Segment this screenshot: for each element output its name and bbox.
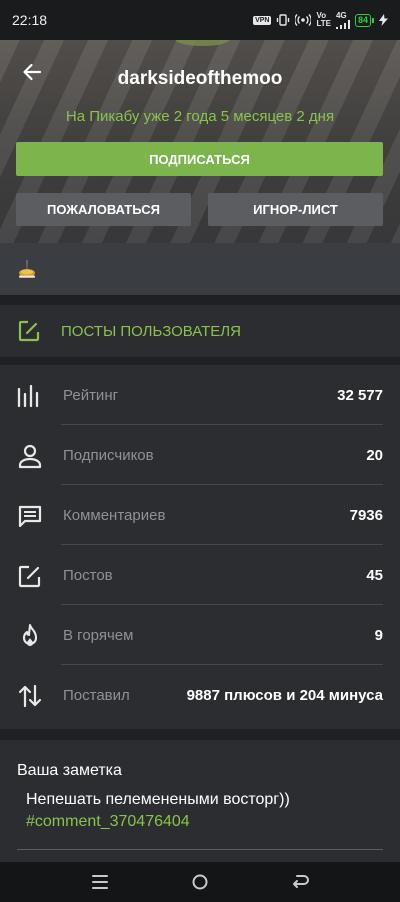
stat-value: 7936 <box>349 507 383 524</box>
menu-icon <box>92 875 108 889</box>
stats-list: Рейтинг 32 577 Подписчиков 20 Комментари… <box>0 365 400 729</box>
home-icon <box>192 874 208 890</box>
stat-label: Рейтинг <box>63 387 119 404</box>
stat-rating: Рейтинг 32 577 <box>0 365 400 425</box>
stat-value: 9 <box>374 627 383 644</box>
membership-duration: На Пикабу уже 2 года 5 месяцев 2 дня <box>65 108 335 125</box>
vpn-icon: VPN <box>253 15 272 25</box>
fire-icon <box>22 623 38 646</box>
subscribe-button[interactable]: ПОДПИСАТЬСЯ <box>16 142 383 176</box>
divider <box>0 295 400 305</box>
home-button[interactable] <box>188 870 212 894</box>
user-note: Ваша заметка Непешать пелеменеными восто… <box>0 740 400 862</box>
stat-label: Поставил <box>63 687 130 704</box>
comment-icon <box>18 505 42 528</box>
stat-label: В горячем <box>63 627 134 644</box>
vibrate-icon <box>277 14 290 26</box>
rating-bars-icon <box>17 384 39 408</box>
stat-hot: В горячем 9 <box>0 605 400 665</box>
status-icons: VPN Vo LTE 4G 84 <box>253 10 388 29</box>
edit-icon <box>18 320 40 342</box>
signal-4g-icon: 4G <box>335 10 350 29</box>
stat-comments: Комментариев 7936 <box>0 485 400 545</box>
cover-image <box>175 40 230 46</box>
award-badge-icon[interactable] <box>15 258 39 282</box>
stat-value: 20 <box>366 447 383 464</box>
person-icon <box>18 444 42 469</box>
note-link[interactable]: #comment_370476404 <box>26 813 190 831</box>
volte-icon: Vo LTE <box>316 12 331 28</box>
stat-value: 32 577 <box>337 387 383 404</box>
network-type: 4G <box>335 10 347 20</box>
edit-icon <box>18 565 41 588</box>
stat-value: 9887 плюсов и 204 минуса <box>186 687 383 704</box>
profile-header: darksideofthemoo На Пикабу уже 2 года 5 … <box>0 40 400 243</box>
note-input-underline <box>17 849 383 850</box>
stat-label: Постов <box>63 567 113 584</box>
ignore-list-button[interactable]: ИГНОР-ЛИСТ <box>208 193 383 226</box>
back-icon <box>293 875 309 888</box>
status-bar: 22:18 VPN Vo LTE 4G 84 <box>0 0 400 40</box>
note-text[interactable]: Непешать пелеменеными восторг)) <box>26 791 290 809</box>
stat-label: Комментариев <box>63 507 166 524</box>
report-button[interactable]: ПОЖАЛОВАТЬСЯ <box>16 193 191 226</box>
stat-votes: Поставил 9887 плюсов и 204 минуса <box>0 665 400 725</box>
up-down-arrows-icon <box>18 684 42 708</box>
stat-subscribers: Подписчиков 20 <box>0 425 400 485</box>
volte-bottom: LTE <box>316 19 331 28</box>
back-nav-button[interactable] <box>288 870 312 894</box>
user-posts-link[interactable]: ПОСТЫ ПОЛЬЗОВАТЕЛЯ <box>0 305 400 357</box>
battery-icon: 84 <box>354 13 374 27</box>
username: darksideofthemoo <box>117 68 283 89</box>
charging-icon <box>379 14 388 26</box>
system-nav-bar <box>0 862 400 902</box>
hotspot-icon <box>295 14 312 26</box>
stat-posts: Постов 45 <box>0 545 400 605</box>
user-posts-label: ПОСТЫ ПОЛЬЗОВАТЕЛЯ <box>61 323 241 340</box>
note-title: Ваша заметка <box>17 762 122 779</box>
stat-value: 45 <box>366 567 383 584</box>
awards-row <box>0 243 400 295</box>
divider <box>0 729 400 740</box>
recents-button[interactable] <box>88 870 112 894</box>
stat-label: Подписчиков <box>63 447 154 464</box>
status-time: 22:18 <box>12 12 48 28</box>
battery-level: 84 <box>354 13 371 27</box>
divider <box>0 357 400 365</box>
